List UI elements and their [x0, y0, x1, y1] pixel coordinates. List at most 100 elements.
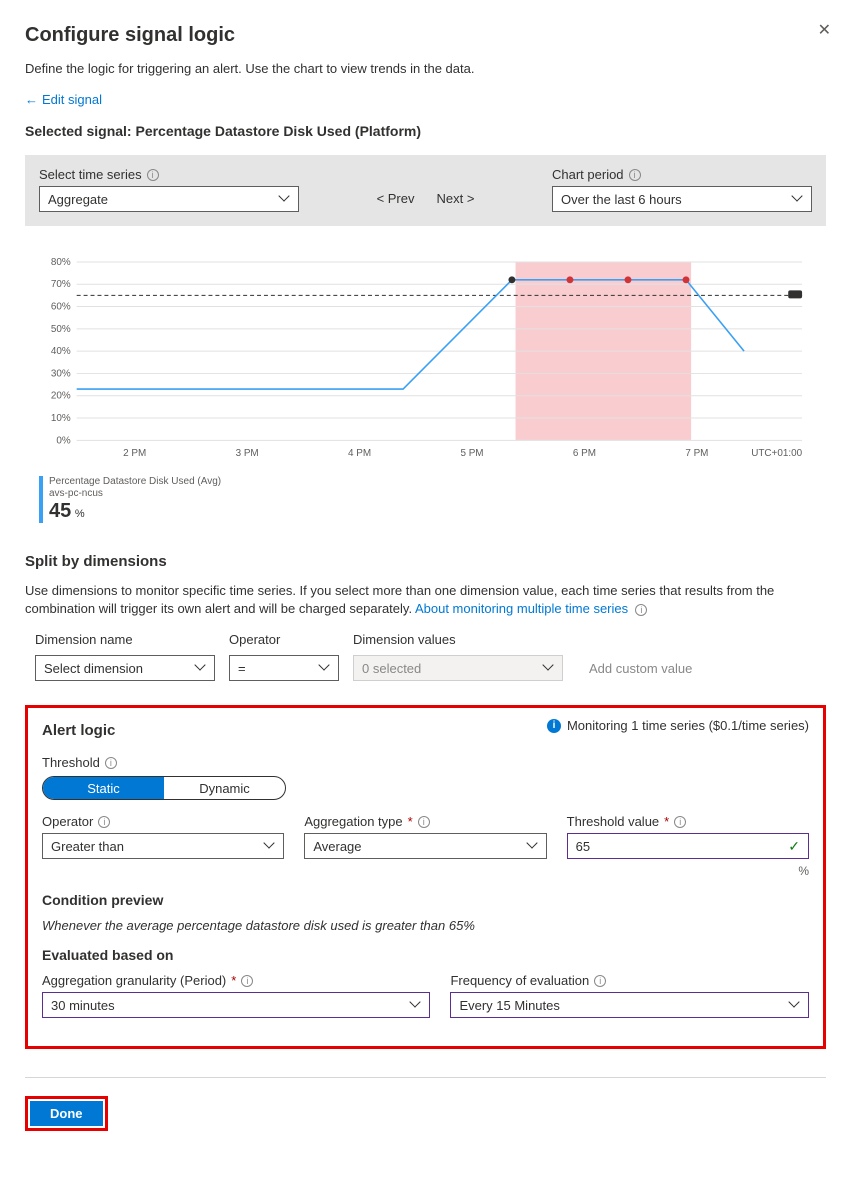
chevron-down-icon: [790, 1000, 800, 1010]
info-icon[interactable]: [98, 816, 110, 828]
chart-period-label: Chart period: [552, 167, 624, 182]
svg-text:3 PM: 3 PM: [236, 448, 259, 459]
legend-value: 45: [49, 500, 71, 522]
granularity-label: Aggregation granularity (Period): [42, 973, 226, 988]
aggtype-value: Average: [313, 839, 361, 854]
divider: [25, 1077, 826, 1078]
split-dim-heading: Split by dimensions: [25, 553, 826, 570]
chevron-down-icon: [411, 1000, 421, 1010]
chart-legend: Percentage Datastore Disk Used (Avg) avs…: [39, 476, 812, 523]
dim-col-name: Dimension name: [35, 632, 215, 647]
info-blue-icon: i: [547, 719, 561, 733]
svg-text:80%: 80%: [51, 257, 71, 268]
split-dim-desc: Use dimensions to monitor specific time …: [25, 582, 826, 618]
split-dim-text: Use dimensions to monitor specific time …: [25, 583, 774, 616]
next-link[interactable]: Next >: [437, 191, 475, 206]
close-icon[interactable]: ✕: [818, 20, 831, 40]
about-monitoring-link[interactable]: About monitoring multiple time series: [415, 601, 628, 616]
condition-preview-heading: Condition preview: [42, 892, 809, 908]
svg-text:UTC+01:00: UTC+01:00: [751, 448, 802, 459]
legend-series-name: Percentage Datastore Disk Used (Avg): [49, 476, 221, 488]
checkmark-icon: ✓: [788, 838, 800, 855]
operator-value: Greater than: [51, 839, 124, 854]
alert-logic-section: i Monitoring 1 time series ($0.1/time se…: [25, 705, 826, 1049]
monitoring-text: Monitoring 1 time series ($0.1/time seri…: [567, 718, 809, 733]
edit-signal-link[interactable]: ← Edit signal: [25, 92, 102, 107]
svg-text:20%: 20%: [51, 391, 71, 402]
threshold-toggle: Static Dynamic: [42, 776, 286, 800]
select-ts-label: Select time series: [39, 167, 142, 182]
chart: 0% 10% 20% 30% 40% 50% 60% 70% 80% 2 PM 3 PM 4 PM 5 …: [39, 256, 812, 464]
done-highlight: Done: [25, 1096, 108, 1131]
svg-text:7 PM: 7 PM: [685, 448, 708, 459]
threshold-dynamic[interactable]: Dynamic: [164, 777, 285, 799]
frequency-dropdown[interactable]: Every 15 Minutes: [450, 992, 809, 1018]
chart-period-value: Over the last 6 hours: [561, 192, 682, 207]
evaluated-heading: Evaluated based on: [42, 947, 809, 963]
add-custom-value[interactable]: Add custom value: [577, 661, 692, 676]
granularity-value: 30 minutes: [51, 998, 115, 1013]
info-icon[interactable]: [629, 169, 641, 181]
threshold-value-input[interactable]: 65 ✓: [567, 833, 809, 859]
operator-label: Operator: [42, 814, 93, 829]
dimension-operator-dropdown[interactable]: =: [229, 655, 339, 681]
done-button[interactable]: Done: [30, 1101, 103, 1126]
info-icon[interactable]: [241, 975, 253, 987]
panel-title: Configure signal logic: [25, 24, 826, 47]
aggregation-type-dropdown[interactable]: Average: [304, 833, 546, 859]
prev-link[interactable]: < Prev: [377, 191, 415, 206]
threshold-static[interactable]: Static: [43, 777, 164, 799]
threshold-unit: %: [567, 864, 809, 878]
chevron-down-icon: [793, 194, 803, 204]
select-ts-value: Aggregate: [48, 192, 108, 207]
chart-period-dropdown[interactable]: Over the last 6 hours: [552, 186, 812, 212]
condition-preview-text: Whenever the average percentage datastor…: [42, 918, 809, 933]
dimension-values-dropdown[interactable]: 0 selected: [353, 655, 563, 681]
legend-unit: %: [75, 508, 85, 520]
panel-subtitle: Define the logic for triggering an alert…: [25, 61, 826, 76]
arrow-left-icon: ←: [25, 92, 38, 107]
info-icon[interactable]: [418, 816, 430, 828]
svg-text:10%: 10%: [51, 413, 71, 424]
dim-name-value: Select dimension: [44, 661, 143, 676]
chevron-down-icon: [320, 663, 330, 673]
time-series-bar: Select time series Aggregate < Prev Next…: [25, 155, 826, 226]
chevron-down-icon: [528, 841, 538, 851]
legend-resource: avs-pc-ncus: [49, 488, 221, 500]
threshval-value: 65: [576, 839, 590, 854]
svg-text:2 PM: 2 PM: [123, 448, 146, 459]
threshold-label: Threshold: [42, 755, 100, 770]
svg-text:30%: 30%: [51, 368, 71, 379]
svg-text:60%: 60%: [51, 302, 71, 313]
svg-text:0%: 0%: [56, 435, 71, 446]
legend-color-bar: [39, 476, 43, 523]
chevron-down-icon: [196, 663, 206, 673]
svg-text:70%: 70%: [51, 279, 71, 290]
info-icon[interactable]: [105, 757, 117, 769]
info-icon[interactable]: [674, 816, 686, 828]
select-time-series-dropdown[interactable]: Aggregate: [39, 186, 299, 212]
chart-container: 0% 10% 20% 30% 40% 50% 60% 70% 80% 2 PM 3 PM 4 PM 5 …: [25, 256, 826, 523]
dimension-name-dropdown[interactable]: Select dimension: [35, 655, 215, 681]
svg-text:5 PM: 5 PM: [460, 448, 483, 459]
svg-text:40%: 40%: [51, 346, 71, 357]
chevron-down-icon: [265, 841, 275, 851]
frequency-label: Frequency of evaluation: [450, 973, 589, 988]
aggtype-label: Aggregation type: [304, 814, 402, 829]
operator-dropdown[interactable]: Greater than: [42, 833, 284, 859]
monitoring-info: i Monitoring 1 time series ($0.1/time se…: [547, 718, 809, 733]
chevron-down-icon: [544, 663, 554, 673]
threshval-label: Threshold value: [567, 814, 660, 829]
info-icon[interactable]: [147, 169, 159, 181]
granularity-dropdown[interactable]: 30 minutes: [42, 992, 430, 1018]
selected-signal-label: Selected signal: Percentage Datastore Di…: [25, 123, 826, 139]
info-icon[interactable]: [594, 975, 606, 987]
dim-vals-value: 0 selected: [362, 661, 421, 676]
dim-col-vals: Dimension values: [353, 632, 563, 647]
svg-text:50%: 50%: [51, 324, 71, 335]
svg-text:4 PM: 4 PM: [348, 448, 371, 459]
chevron-down-icon: [280, 194, 290, 204]
info-icon[interactable]: [635, 604, 647, 616]
edit-signal-text: Edit signal: [42, 92, 102, 107]
frequency-value: Every 15 Minutes: [459, 998, 559, 1013]
